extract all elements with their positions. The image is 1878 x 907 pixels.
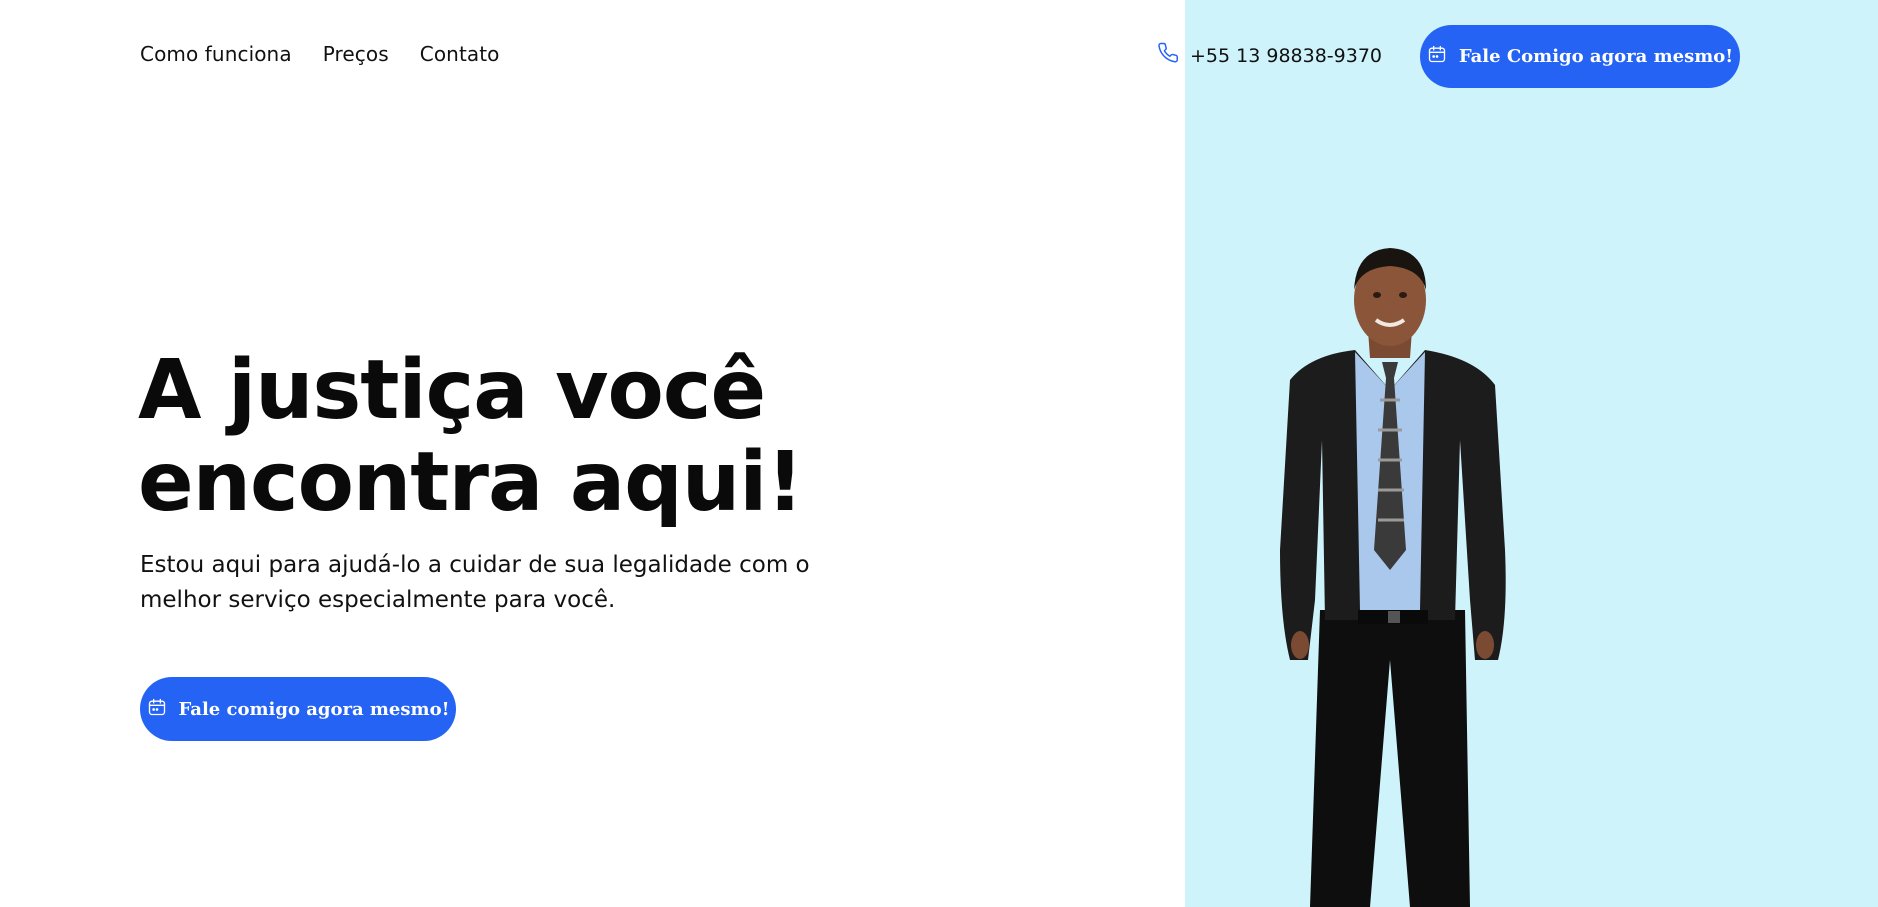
hero-subtitle-line2: melhor serviço especialmente para você. <box>140 587 616 613</box>
nav-link-contato[interactable]: Contato <box>420 42 500 66</box>
phone-number: +55 13 98838-9370 <box>1190 44 1383 67</box>
hero-cta-button[interactable]: Fale comigo agora mesmo! <box>140 677 456 741</box>
phone-icon <box>1158 42 1180 69</box>
hero-subtitle-line1: Estou aqui para ajudá-lo a cuidar de sua… <box>140 552 810 578</box>
header-cta-button[interactable]: Fale Comigo agora mesmo! <box>1420 25 1740 88</box>
main-nav: Como funciona Preços Contato <box>140 42 500 66</box>
calendar-icon <box>1427 44 1447 69</box>
hero-title-line1: A justiça você <box>138 343 766 438</box>
nav-link-como-funciona[interactable]: Como funciona <box>140 42 292 66</box>
hero-subtitle: Estou aqui para ajudá-lo a cuidar de sua… <box>140 548 860 618</box>
phone-contact[interactable]: +55 13 98838-9370 <box>1158 42 1382 69</box>
lawyer-photo <box>1280 248 1506 907</box>
header-cta-label: Fale Comigo agora mesmo! <box>1458 46 1734 67</box>
calendar-icon <box>147 697 167 722</box>
nav-link-precos[interactable]: Preços <box>323 42 389 66</box>
hero-cta-label: Fale comigo agora mesmo! <box>178 698 450 720</box>
hero-title: A justiça você encontra aqui! <box>138 345 938 529</box>
hero-title-line2: encontra aqui! <box>138 435 804 530</box>
